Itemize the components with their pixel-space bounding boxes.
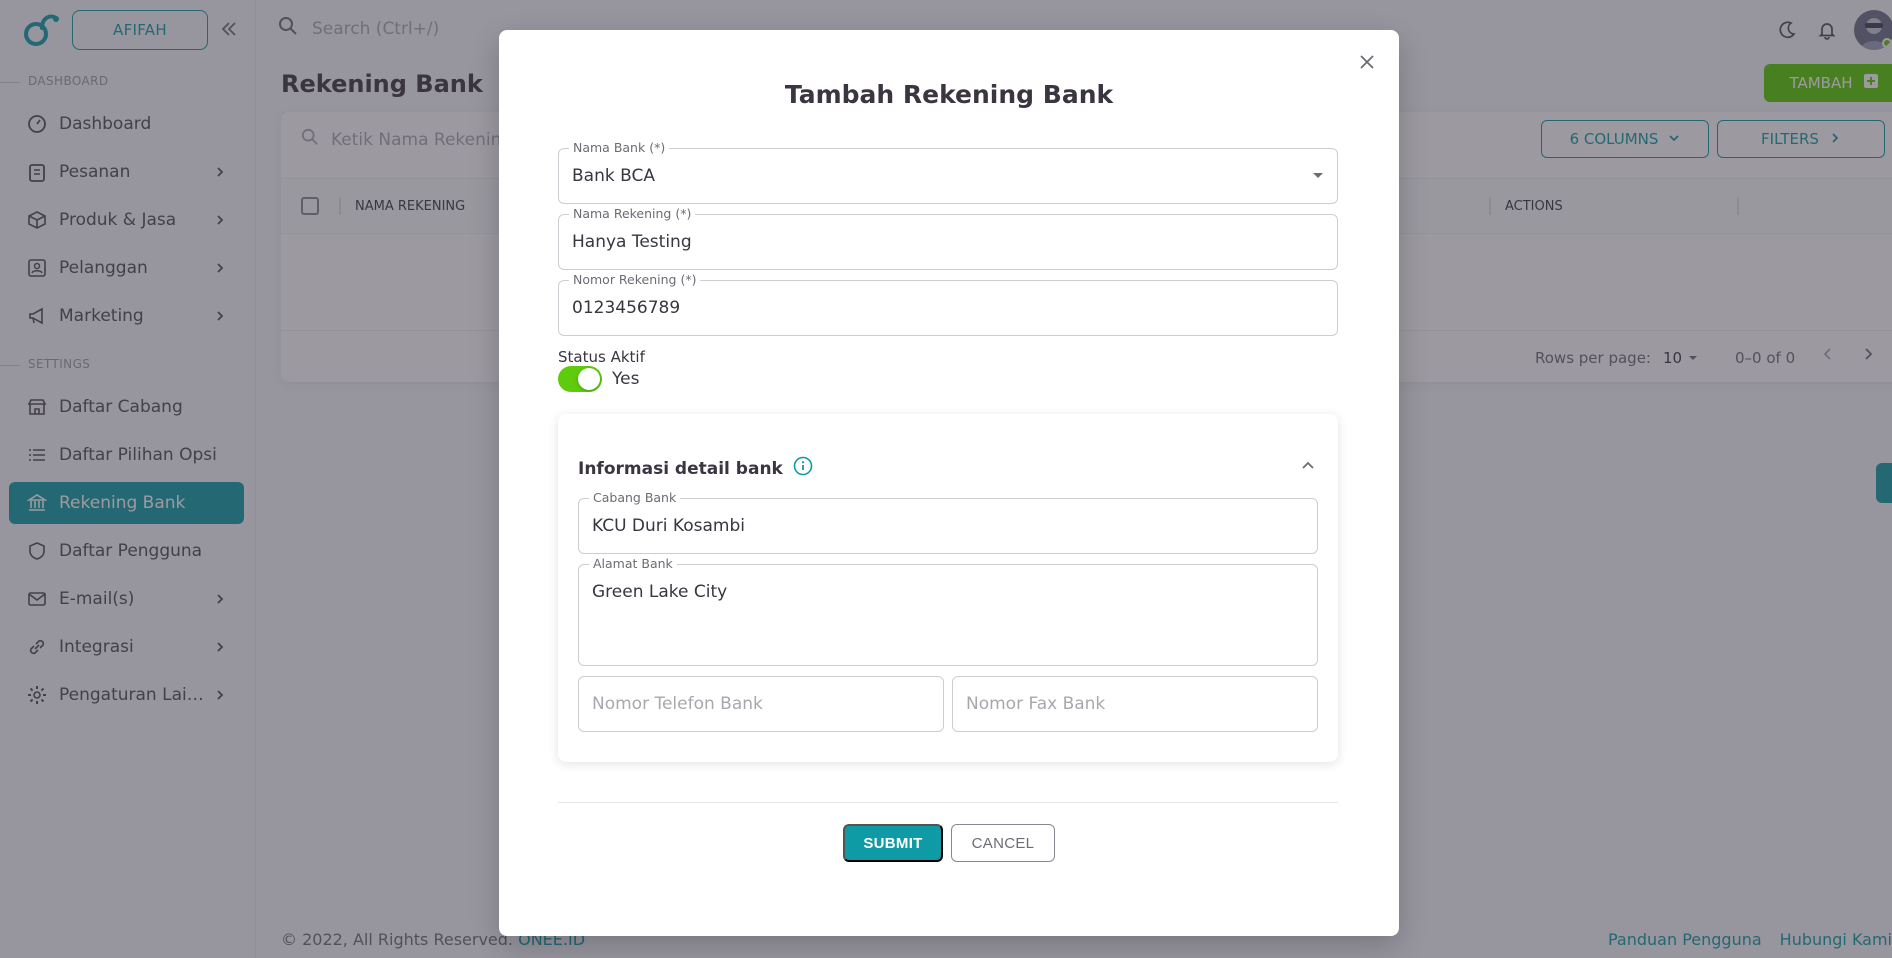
status-aktif-toggle[interactable]	[558, 366, 602, 392]
alamat-bank-textarea[interactable]: Alamat Bank Green Lake City	[578, 556, 1318, 666]
chevron-up-icon[interactable]	[1298, 456, 1318, 476]
cabang-bank-field[interactable]: Cabang Bank KCU Duri Kosambi	[578, 490, 1318, 554]
alamat-bank-value: Green Lake City	[592, 582, 728, 602]
add-bank-account-dialog: Tambah Rekening Bank Nama Bank (*) Bank …	[499, 30, 1399, 936]
nama-rekening-value: Hanya Testing	[572, 232, 692, 252]
bank-detail-accordion: Informasi detail bank Cabang Bank KCU Du…	[558, 414, 1338, 762]
dialog-title: Tambah Rekening Bank	[784, 80, 1114, 109]
nama-bank-value: Bank BCA	[572, 166, 655, 186]
nomor-rekening-value: 0123456789	[572, 298, 681, 318]
nomor-rekening-field[interactable]: Nomor Rekening (*) 0123456789	[558, 272, 1338, 336]
status-aktif-value: Yes	[612, 369, 640, 389]
nama-bank-select[interactable]: Nama Bank (*) Bank BCA	[558, 140, 1338, 204]
toggle-knob	[578, 368, 600, 390]
dialog-divider	[558, 802, 1338, 803]
caret-down-icon	[1313, 173, 1323, 178]
nomor-telefon-bank-placeholder: Nomor Telefon Bank	[592, 694, 763, 714]
nomor-fax-bank-placeholder: Nomor Fax Bank	[966, 694, 1106, 714]
close-icon[interactable]	[1355, 50, 1379, 74]
alamat-bank-label: Alamat Bank	[589, 556, 677, 571]
nama-rekening-label: Nama Rekening (*)	[569, 206, 696, 221]
cabang-bank-value: KCU Duri Kosambi	[592, 516, 745, 536]
nomor-telefon-bank-field[interactable]: Nomor Telefon Bank	[578, 676, 944, 732]
nama-rekening-field[interactable]: Nama Rekening (*) Hanya Testing	[558, 206, 1338, 270]
cabang-bank-label: Cabang Bank	[589, 490, 681, 505]
status-aktif-label: Status Aktif	[558, 348, 645, 366]
nomor-fax-bank-field[interactable]: Nomor Fax Bank	[952, 676, 1318, 732]
submit-button[interactable]: SUBMIT	[843, 824, 943, 862]
nomor-rekening-label: Nomor Rekening (*)	[569, 272, 701, 287]
cancel-button[interactable]: CANCEL	[951, 824, 1055, 862]
info-icon[interactable]	[793, 456, 813, 481]
nama-bank-label: Nama Bank (*)	[569, 140, 670, 155]
bank-detail-title: Informasi detail bank	[578, 458, 783, 479]
bank-detail-header[interactable]: Informasi detail bank	[578, 456, 813, 481]
